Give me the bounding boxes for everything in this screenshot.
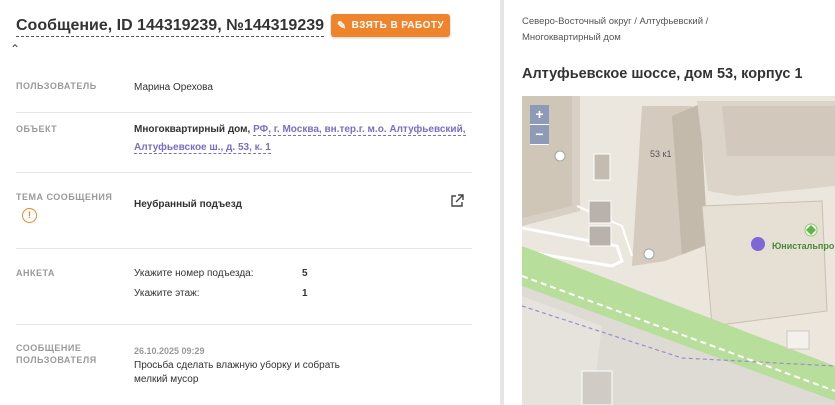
request-panel: Сообщение, ID 144319239, №144319239 ✎ ВЗ…: [0, 0, 500, 405]
object-value: Многоквартирный дом, РФ, г. Москва, вн.т…: [134, 121, 474, 157]
field-topic: ТЕМА СООБЩЕНИЯ ! Неубранный подъезд: [16, 172, 472, 249]
topic-value: Неубранный подъезд: [134, 199, 243, 210]
field-user: ПОЛЬЗОВАТЕЛЬ Марина Орехова: [16, 72, 472, 113]
chevron-up-icon[interactable]: ⌃: [10, 42, 20, 56]
field-label: ОБЪЕКТ: [16, 124, 58, 134]
breadcrumb: Северо-Восточный округ / Алтуфьевский / …: [522, 14, 822, 46]
object-address-link-2[interactable]: Алтуфьевское ш., д. 53, к. 1: [134, 142, 271, 154]
breadcrumb-item[interactable]: Северо-Восточный округ /: [522, 16, 637, 27]
map[interactable]: + − 53 к1 Юнистальпро: [522, 96, 835, 405]
field-object: ОБЪЕКТ Многоквартирный дом, РФ, г. Москв…: [16, 112, 472, 173]
address-title: Алтуфьевское шоссе, дом 53, корпус 1: [522, 66, 803, 82]
breadcrumb-item: Многоквартирный дом: [522, 32, 621, 43]
warning-icon: !: [22, 208, 37, 223]
poi-label[interactable]: Юнистальпро: [772, 241, 834, 251]
survey-answer: 5: [302, 268, 308, 279]
field-message: СООБЩЕНИЕ ПОЛЬЗОВАТЕЛЯ 26.10.2025 09:29 …: [16, 324, 472, 405]
survey-question: Укажите номер подъезда:: [134, 268, 254, 279]
field-label-line1: СООБЩЕНИЕ: [16, 343, 82, 353]
take-to-work-label: ВЗЯТЬ В РАБОТУ: [351, 20, 444, 31]
building-label: 53 к1: [650, 149, 672, 159]
map-zoom-controls: + −: [530, 105, 549, 145]
object-type: Многоквартирный дом,: [134, 124, 251, 135]
field-label: ПОЛЬЗОВАТЕЛЬ: [16, 81, 97, 91]
field-survey: АНКЕТА Укажите номер подъезда: 5 Укажите…: [16, 248, 472, 325]
message-date: 26.10.2025 09:29: [134, 346, 205, 356]
object-address-link[interactable]: РФ, г. Москва, вн.тер.г. м.о. Алтуфьевск…: [253, 124, 466, 136]
user-name: Марина Орехова: [134, 82, 213, 93]
pencil-icon: ✎: [337, 20, 347, 32]
breadcrumb-item[interactable]: Алтуфьевский /: [640, 16, 709, 27]
field-label: ТЕМА СООБЩЕНИЯ: [16, 192, 113, 202]
field-label-line2: ПОЛЬЗОВАТЕЛЯ: [16, 355, 97, 365]
field-label: АНКЕТА: [16, 268, 55, 278]
page-title: Сообщение, ID 144319239, №144319239: [16, 16, 325, 37]
survey-question: Укажите этаж:: [134, 288, 200, 299]
location-panel: Северо-Восточный округ / Алтуфьевский / …: [504, 0, 835, 405]
message-text: Просьба сделать влажную уборку и собрать…: [134, 360, 340, 385]
field-label: СООБЩЕНИЕ ПОЛЬЗОВАТЕЛЯ: [16, 342, 97, 366]
zoom-out-button[interactable]: −: [530, 125, 549, 145]
zoom-in-button[interactable]: +: [530, 105, 549, 125]
take-to-work-button[interactable]: ✎ ВЗЯТЬ В РАБОТУ: [331, 14, 450, 37]
survey-answer: 1: [302, 288, 308, 299]
external-link-icon[interactable]: [450, 194, 464, 208]
